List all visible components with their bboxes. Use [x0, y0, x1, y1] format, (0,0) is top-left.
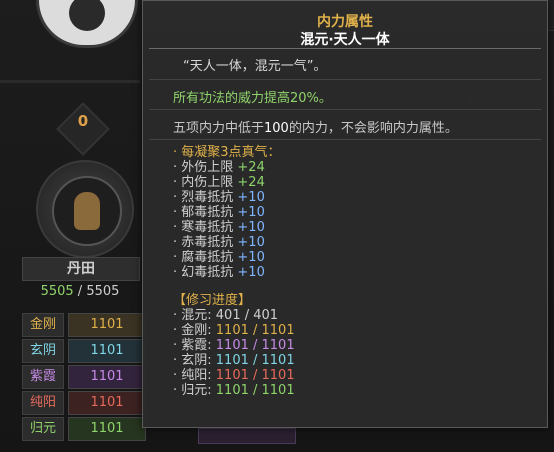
dantian-current: 5505: [40, 284, 74, 299]
bonus-row: · 郁毒抵抗 +10: [173, 205, 281, 220]
progress-value: 1101 / 1101: [215, 368, 295, 383]
bonus-name: · 烈毒抵抗: [173, 190, 238, 205]
avatar-portrait: [52, 176, 122, 246]
attribute-label: 金刚: [22, 313, 64, 337]
inner-power-tooltip: 内力属性 混元·天人一体 “天人一体，混元一气”。 所有功法的威力提高20%。 …: [142, 0, 548, 428]
bonus-value: +10: [237, 190, 265, 205]
bonus-row: · 内伤上限 +24: [173, 175, 281, 190]
bonus-row: · 腐毒抵抗 +10: [173, 250, 281, 265]
bonus-value: +24: [237, 160, 265, 175]
avatar[interactable]: [36, 160, 134, 258]
attribute-row[interactable]: 归元 1101: [22, 417, 146, 441]
progress-name: · 紫霞:: [173, 338, 216, 353]
attribute-row[interactable]: 纯阳 1101: [22, 391, 146, 415]
divider: [149, 109, 541, 110]
progress-row: · 玄阴: 1101 / 1101: [173, 353, 295, 368]
tooltip-effect: 所有功法的威力提高20%。: [173, 91, 332, 106]
bonus-row: · 外伤上限 +24: [173, 160, 281, 175]
attribute-label: 归元: [22, 417, 64, 441]
bonus-value: +10: [237, 250, 265, 265]
bonus-name: · 腐毒抵抗: [173, 250, 238, 265]
attribute-row[interactable]: 玄阴 1101: [22, 339, 146, 363]
attribute-row[interactable]: 金刚 1101: [22, 313, 146, 337]
attribute-value: 1101: [68, 365, 146, 389]
note-value: 100: [264, 121, 289, 136]
dantian-label: 丹田: [22, 257, 140, 281]
bonus-name: · 寒毒抵抗: [173, 220, 238, 235]
dantian-value: 5505 / 5505: [22, 284, 138, 299]
bonus-row: · 烈毒抵抗 +10: [173, 190, 281, 205]
progress-row: · 紫霞: 1101 / 1101: [173, 338, 295, 353]
progress-name: · 玄阴:: [173, 353, 216, 368]
progress-name: · 混元:: [173, 308, 216, 323]
bonus-header: · 每凝聚3点真气：: [173, 145, 281, 160]
bonus-name: · 赤毒抵抗: [173, 235, 238, 250]
progress-name: · 纯阳:: [173, 368, 216, 383]
bonus-row: · 幻毒抵抗 +10: [173, 265, 281, 280]
counter-value: 0: [77, 112, 89, 130]
bonus-section: · 每凝聚3点真气： · 外伤上限 +24 · 内伤上限 +24 · 烈毒抵抗 +1…: [173, 145, 281, 280]
attribute-label: 玄阴: [22, 339, 64, 363]
attribute-value: 1101: [68, 391, 146, 415]
bonus-name: · 外伤上限: [173, 160, 238, 175]
progress-value: 1101 / 1101: [215, 383, 295, 398]
progress-value: 401 / 401: [215, 308, 279, 323]
progress-row: · 混元: 401 / 401: [173, 308, 295, 323]
progress-name: · 金刚:: [173, 323, 216, 338]
bottom-strip: [198, 428, 296, 444]
attribute-row[interactable]: 紫霞 1101: [22, 365, 146, 389]
attribute-value: 1101: [68, 339, 146, 363]
attribute-label: 紫霞: [22, 365, 64, 389]
bonus-name: · 幻毒抵抗: [173, 265, 238, 280]
dantian-max: 5505: [86, 284, 120, 299]
attribute-label: 纯阳: [22, 391, 64, 415]
note-suffix: 的内力，不会影响内力属性。: [288, 121, 458, 136]
bonus-value: +24: [237, 175, 265, 190]
progress-row: · 纯阳: 1101 / 1101: [173, 368, 295, 383]
progress-header: 【修习进度】: [173, 293, 252, 308]
dantian-separator: /: [73, 284, 87, 299]
progress-value: 1101 / 1101: [215, 353, 295, 368]
tooltip-quote: “天人一体，混元一气”。: [183, 59, 327, 74]
attribute-value: 1101: [68, 313, 146, 337]
divider: [149, 139, 541, 140]
bonus-row: · 寒毒抵抗 +10: [173, 220, 281, 235]
divider: [149, 79, 541, 80]
bonus-value: +10: [237, 205, 265, 220]
bonus-name: · 内伤上限: [173, 175, 238, 190]
tooltip-subtitle: 混元·天人一体: [300, 32, 390, 48]
progress-name: · 归元:: [173, 383, 216, 398]
bonus-value: +10: [237, 235, 265, 250]
tooltip-title: 内力属性: [317, 14, 373, 30]
meditating-figure-icon: [74, 192, 100, 230]
progress-row: · 归元: 1101 / 1101: [173, 383, 295, 398]
progress-value: 1101 / 1101: [215, 338, 295, 353]
divider: [0, 80, 140, 83]
progress-value: 1101 / 1101: [215, 323, 295, 338]
bonus-row: · 赤毒抵抗 +10: [173, 235, 281, 250]
bonus-value: +10: [237, 265, 265, 280]
progress-section: 【修习进度】 · 混元: 401 / 401 · 金刚: 1101 / 1101 ·…: [173, 293, 295, 398]
progress-row: · 金刚: 1101 / 1101: [173, 323, 295, 338]
divider: [149, 48, 541, 49]
bonus-value: +10: [237, 220, 265, 235]
tooltip-note: 五项内力中低于100的内力，不会影响内力属性。: [173, 117, 458, 136]
bonus-name: · 郁毒抵抗: [173, 205, 238, 220]
attribute-value: 1101: [68, 417, 146, 441]
note-prefix: 五项内力中低于: [173, 121, 265, 136]
